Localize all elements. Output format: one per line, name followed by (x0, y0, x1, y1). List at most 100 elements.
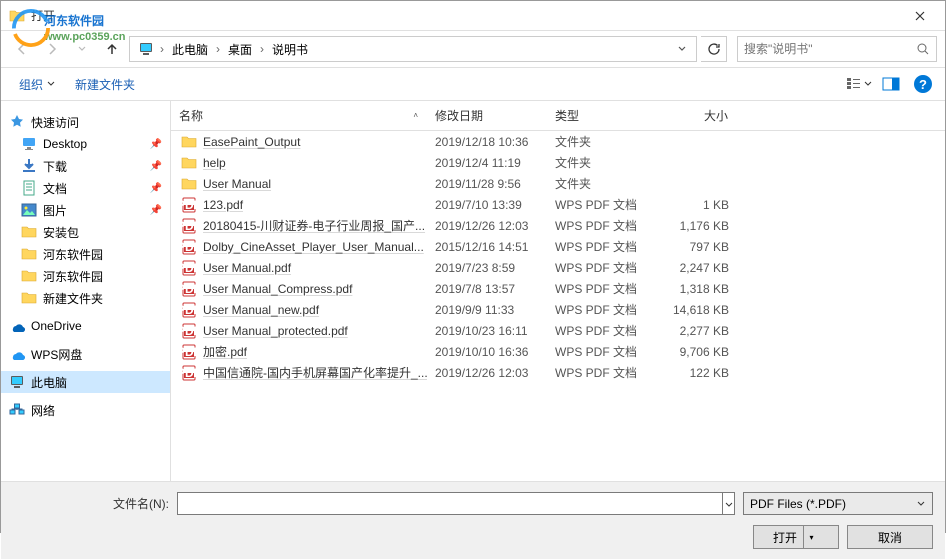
col-size-header[interactable]: 大小 (657, 101, 737, 130)
sort-arrow-icon: ˄ (413, 111, 418, 120)
open-button[interactable]: 打开 ▾ (753, 525, 839, 549)
filename-input[interactable] (177, 492, 723, 515)
file-type: WPS PDF 文档 (547, 195, 657, 214)
file-name: 中国信通院-国内手机屏幕国产化率提升_... (203, 364, 427, 381)
file-row[interactable]: User Manual.pdf2019/7/23 8:59WPS PDF 文档2… (171, 257, 945, 278)
file-row[interactable]: User Manual2019/11/28 9:56文件夹 (171, 173, 945, 194)
help-icon: ? (914, 75, 932, 93)
forward-button[interactable] (39, 36, 65, 62)
file-size: 2,247 KB (657, 260, 737, 276)
open-dropdown-icon[interactable]: ▾ (803, 526, 819, 548)
file-size: 1,318 KB (657, 281, 737, 297)
folder-icon (181, 155, 197, 171)
crumb-desktop[interactable]: 桌面 (222, 39, 258, 60)
pc-icon (138, 41, 154, 57)
close-button[interactable] (897, 2, 943, 30)
chevron-right-icon: › (158, 42, 166, 56)
file-type: WPS PDF 文档 (547, 216, 657, 235)
col-date-header[interactable]: 修改日期 (427, 101, 547, 130)
sidebar-item[interactable]: 河东软件园 (1, 243, 170, 265)
file-date: 2019/12/4 11:19 (427, 155, 547, 171)
col-name-header[interactable]: 名称 ˄ (171, 101, 427, 130)
chevron-down-icon[interactable] (723, 492, 735, 515)
file-row[interactable]: User Manual_Compress.pdf2019/7/8 13:57WP… (171, 278, 945, 299)
chevron-down-icon (77, 44, 87, 54)
pdf-icon (181, 302, 197, 318)
refresh-button[interactable] (701, 36, 727, 62)
cancel-button[interactable]: 取消 (847, 525, 933, 549)
sidebar-item[interactable]: Desktop📌 (1, 133, 170, 155)
column-headers: 名称 ˄ 修改日期 类型 大小 (171, 101, 945, 131)
sidebar-network[interactable]: 网络 (1, 399, 170, 421)
folder-icon (21, 246, 37, 262)
sidebar-item[interactable]: 河东软件园 (1, 265, 170, 287)
sidebar-item[interactable]: 图片📌 (1, 199, 170, 221)
help-button[interactable]: ? (909, 72, 937, 96)
file-type: 文件夹 (547, 132, 657, 151)
file-date: 2019/11/28 9:56 (427, 176, 547, 192)
crumb-thispc[interactable]: 此电脑 (166, 39, 214, 60)
breadcrumb-dropdown[interactable] (672, 44, 692, 54)
sidebar-item[interactable]: 文档📌 (1, 177, 170, 199)
file-row[interactable]: User Manual_protected.pdf2019/10/23 16:1… (171, 320, 945, 341)
sidebar-quick-access[interactable]: 快速访问 (1, 111, 170, 133)
view-options-button[interactable] (845, 72, 873, 96)
up-button[interactable] (99, 36, 125, 62)
new-folder-button[interactable]: 新建文件夹 (65, 72, 145, 97)
chevron-down-icon (47, 80, 55, 88)
sidebar-item[interactable]: 下载📌 (1, 155, 170, 177)
app-icon (9, 8, 25, 24)
breadcrumb[interactable]: › 此电脑 › 桌面 › 说明书 (129, 36, 697, 62)
chevron-down-icon (864, 80, 872, 88)
recent-drop-button[interactable] (69, 36, 95, 62)
organize-menu[interactable]: 组织 (9, 72, 65, 97)
crumb-current[interactable]: 说明书 (266, 39, 314, 60)
pdf-icon (181, 344, 197, 360)
toolbar: 组织 新建文件夹 ? (1, 67, 945, 101)
file-row[interactable]: help2019/12/4 11:19文件夹 (171, 152, 945, 173)
file-name: EasePaint_Output (203, 135, 300, 149)
file-type: WPS PDF 文档 (547, 321, 657, 340)
file-row[interactable]: Dolby_CineAsset_Player_User_Manual...201… (171, 236, 945, 257)
pin-icon: 📌 (150, 139, 162, 150)
sidebar-onedrive[interactable]: OneDrive (1, 315, 170, 337)
folder-icon (21, 290, 37, 306)
refresh-icon (707, 42, 721, 56)
file-size (657, 162, 737, 164)
sidebar-item[interactable]: 新建文件夹 (1, 287, 170, 309)
sidebar-wps[interactable]: WPS网盘 (1, 343, 170, 365)
chevron-right-icon: › (214, 42, 222, 56)
file-date: 2019/7/23 8:59 (427, 260, 547, 276)
file-name: 123.pdf (203, 198, 243, 212)
file-row[interactable]: 加密.pdf2019/10/10 16:36WPS PDF 文档9,706 KB (171, 341, 945, 362)
file-date: 2019/12/26 12:03 (427, 218, 547, 234)
chevron-down-icon (916, 499, 926, 509)
window-title: 打开 (31, 7, 55, 24)
back-button[interactable] (9, 36, 35, 62)
folder-icon (21, 180, 37, 196)
file-date: 2019/9/9 11:33 (427, 302, 547, 318)
file-row[interactable]: EasePaint_Output2019/12/18 10:36文件夹 (171, 131, 945, 152)
col-type-header[interactable]: 类型 (547, 101, 657, 130)
preview-pane-button[interactable] (877, 72, 905, 96)
file-row[interactable]: User Manual_new.pdf2019/9/9 11:33WPS PDF… (171, 299, 945, 320)
chevron-right-icon: › (258, 42, 266, 56)
file-row[interactable]: 123.pdf2019/7/10 13:39WPS PDF 文档1 KB (171, 194, 945, 215)
file-date: 2019/7/10 13:39 (427, 197, 547, 213)
file-type: WPS PDF 文档 (547, 300, 657, 319)
search-box[interactable] (737, 36, 937, 62)
close-icon (915, 11, 925, 21)
search-input[interactable] (744, 42, 916, 56)
sidebar-thispc[interactable]: 此电脑 (1, 371, 170, 393)
folder-icon (21, 224, 37, 240)
file-size: 9,706 KB (657, 344, 737, 360)
file-row[interactable]: 20180415-川财证券-电子行业周报_国产...2019/12/26 12:… (171, 215, 945, 236)
file-type-filter[interactable]: PDF Files (*.PDF) (743, 492, 933, 515)
pc-icon (9, 374, 25, 390)
file-date: 2019/10/23 16:11 (427, 323, 547, 339)
sidebar-item[interactable]: 安装包 (1, 221, 170, 243)
file-size: 797 KB (657, 239, 737, 255)
chevron-down-icon (677, 44, 687, 54)
file-name: Dolby_CineAsset_Player_User_Manual... (203, 240, 424, 254)
file-row[interactable]: 中国信通院-国内手机屏幕国产化率提升_...2019/12/26 12:03WP… (171, 362, 945, 383)
